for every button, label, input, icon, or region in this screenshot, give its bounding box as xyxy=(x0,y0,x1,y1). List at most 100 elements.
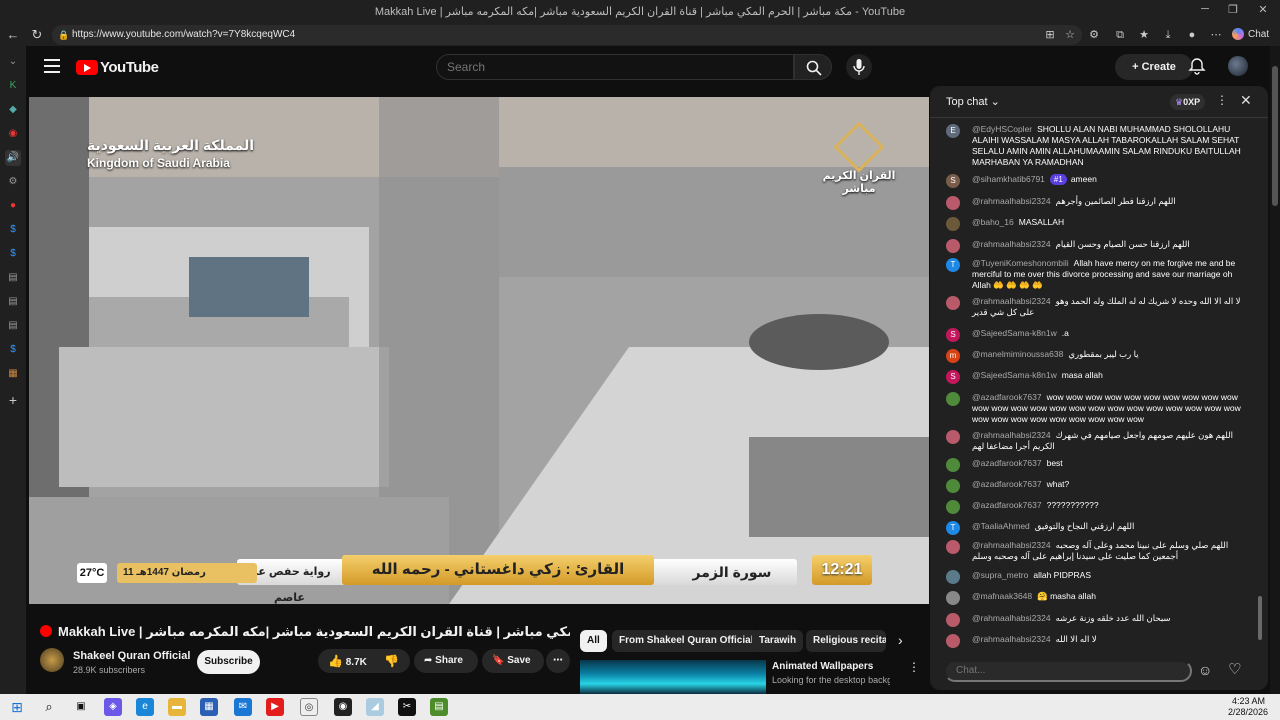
chat-avatar[interactable]: T xyxy=(946,258,960,272)
search-button[interactable] xyxy=(794,54,832,80)
chat-author[interactable]: @TaaliaAhmed xyxy=(972,521,1030,531)
chat-more-icon[interactable]: ⋮ xyxy=(1216,93,1228,107)
chat-avatar[interactable] xyxy=(946,591,960,605)
mail-icon[interactable]: ✉ xyxy=(234,698,252,716)
hamburger-menu-icon[interactable] xyxy=(44,59,60,73)
chat-avatar[interactable] xyxy=(946,217,960,231)
app-icon-4[interactable]: ◢ xyxy=(366,698,384,716)
chat-avatar[interactable] xyxy=(946,239,960,253)
close-window-icon[interactable]: ✕ xyxy=(1254,3,1272,19)
chevron-down-icon[interactable]: ⌄ xyxy=(5,54,21,70)
heart-icon[interactable]: ♡ xyxy=(1228,660,1241,678)
more-actions-button[interactable]: ⋯ xyxy=(546,649,570,673)
chat-author[interactable]: @rahmaalhabsi2324 xyxy=(972,613,1051,623)
copilot-chat-button[interactable]: Chat xyxy=(1232,26,1276,44)
apps-icon[interactable]: ⊞ xyxy=(1042,27,1058,43)
chat-author[interactable]: @sihamkhatib6791 xyxy=(972,174,1045,184)
recommendation-title[interactable]: Animated Wallpapers xyxy=(772,661,873,672)
chat-avatar[interactable] xyxy=(946,540,960,554)
chip-religious[interactable]: Religious recitat xyxy=(806,630,886,652)
chat-avatar[interactable]: m xyxy=(946,349,960,363)
chat-avatar[interactable] xyxy=(946,392,960,406)
channel-avatar[interactable] xyxy=(40,648,64,672)
chat-author[interactable]: @mafnaak3648 xyxy=(972,591,1032,601)
notifications-bell-icon[interactable] xyxy=(1188,57,1206,75)
split-screen-icon[interactable]: ⧉ xyxy=(1112,27,1128,43)
extension-icon[interactable]: ⚙ xyxy=(1086,27,1102,43)
speaker-icon[interactable]: 🔊 xyxy=(5,150,21,166)
chat-author[interactable]: @rahmaalhabsi2324 xyxy=(972,634,1051,644)
image-icon[interactable]: ▤ xyxy=(5,270,21,286)
dollar-icon-2[interactable]: $ xyxy=(5,246,21,262)
store-icon[interactable]: ▦ xyxy=(200,698,218,716)
taskbar-search-icon[interactable]: ⌕ xyxy=(40,698,58,716)
chat-author[interactable]: @azadfarook7637 xyxy=(972,392,1042,402)
chat-author[interactable]: @rahmaalhabsi2324 xyxy=(972,239,1051,249)
chat-avatar[interactable]: S xyxy=(946,370,960,384)
youtube-logo[interactable]: YouTube xyxy=(76,59,159,76)
chip-all[interactable]: All xyxy=(580,630,607,652)
chat-author[interactable]: @azadfarook7637 xyxy=(972,500,1042,510)
xp-badge[interactable]: ♛0XP xyxy=(1170,94,1206,110)
chat-author[interactable]: @TuyeniKomeshonombili xyxy=(972,258,1069,268)
record-icon[interactable]: ◉ xyxy=(5,126,21,142)
image-icon-2[interactable]: ▤ xyxy=(5,294,21,310)
favorites-icon[interactable]: ★ xyxy=(1136,27,1152,43)
page-scrollbar-thumb[interactable] xyxy=(1272,66,1278,206)
create-button[interactable]: + Create xyxy=(1115,54,1193,80)
chat-author[interactable]: @azadfarook7637 xyxy=(972,479,1042,489)
chat-author[interactable]: @EdyHSCopler xyxy=(972,124,1032,134)
chat-author[interactable]: @manelmiminoussa638 xyxy=(972,349,1063,359)
edge-icon[interactable]: e xyxy=(136,698,154,716)
more-icon[interactable]: ⋯ xyxy=(1208,27,1224,43)
channel-name[interactable]: Shakeel Quran Official xyxy=(73,650,190,662)
chat-author[interactable]: @rahmaalhabsi2324 xyxy=(972,540,1051,550)
chat-author[interactable]: @rahmaalhabsi2324 xyxy=(972,196,1051,206)
chat-scrollbar[interactable] xyxy=(1258,596,1262,640)
chat-author[interactable]: @azadfarook7637 xyxy=(972,458,1042,468)
app-icon-5[interactable]: ▤ xyxy=(430,698,448,716)
chat-avatar[interactable] xyxy=(946,430,960,444)
chip-from-channel[interactable]: From Shakeel Quran Official xyxy=(612,630,761,652)
kick-icon[interactable]: K xyxy=(5,78,21,94)
chat-author[interactable]: @baho_16 xyxy=(972,217,1014,227)
capcut-icon[interactable]: ✂ xyxy=(398,698,416,716)
youtube-app-icon[interactable]: ▶ xyxy=(266,698,284,716)
chat-author[interactable]: @rahmaalhabsi2324 xyxy=(972,430,1051,440)
chat-close-icon[interactable]: ✕ xyxy=(1240,92,1252,109)
app-icon-2[interactable]: ◎ xyxy=(300,698,318,716)
chat-avatar[interactable]: T xyxy=(946,521,960,535)
chat-mode-dropdown[interactable]: Top chat ⌄ xyxy=(946,95,1000,108)
restore-icon[interactable]: ❐ xyxy=(1224,3,1242,19)
chat-avatar[interactable] xyxy=(946,458,960,472)
favorite-star-icon[interactable]: ☆ xyxy=(1062,27,1078,43)
chat-author[interactable]: @supra_metro xyxy=(972,570,1028,580)
file-explorer-icon[interactable]: ▬ xyxy=(168,698,186,716)
like-button[interactable]: 👍 8.7K xyxy=(328,649,367,675)
recommendation-thumbnail[interactable] xyxy=(580,660,766,694)
reload-icon[interactable]: ↻ xyxy=(28,26,46,44)
chat-avatar[interactable] xyxy=(946,296,960,310)
chat-avatar[interactable] xyxy=(946,613,960,627)
address-bar[interactable]: 🔒 https://www.youtube.com/watch?v=7Y8kcq… xyxy=(52,25,1082,45)
chat-avatar[interactable]: E xyxy=(946,124,960,138)
save-button[interactable]: 🔖 Save xyxy=(482,649,544,673)
page-scrollbar[interactable] xyxy=(1270,46,1280,694)
profile-icon[interactable]: ● xyxy=(1184,27,1200,43)
chat-author[interactable]: @SajeedSama-k8n1w xyxy=(972,370,1057,380)
search-input[interactable] xyxy=(436,54,794,80)
minimize-icon[interactable]: ─ xyxy=(1196,3,1214,19)
task-view-icon[interactable]: ▣ xyxy=(72,698,90,716)
share-button[interactable]: ➦ Share xyxy=(414,649,478,673)
chat-author[interactable]: @SajeedSama-k8n1w xyxy=(972,328,1057,338)
chat-avatar[interactable] xyxy=(946,570,960,584)
chat-avatar[interactable] xyxy=(946,479,960,493)
chat-avatar[interactable] xyxy=(946,500,960,514)
chat-avatar[interactable]: S xyxy=(946,328,960,342)
chat-avatar[interactable]: S xyxy=(946,174,960,188)
settings-icon[interactable]: ⚙ xyxy=(5,174,21,190)
chat-input[interactable] xyxy=(944,660,1192,682)
back-icon[interactable]: ← xyxy=(4,26,22,44)
copilot-app-icon[interactable]: ◈ xyxy=(104,698,122,716)
chat-avatar[interactable] xyxy=(946,196,960,210)
